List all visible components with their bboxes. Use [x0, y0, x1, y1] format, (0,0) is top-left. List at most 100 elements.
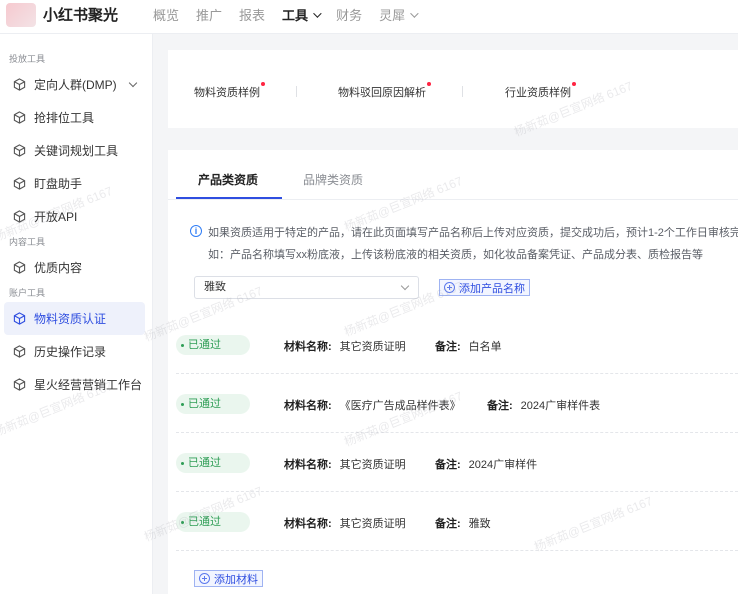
- sample-link-rejection[interactable]: 物料驳回原因解析: [338, 82, 431, 100]
- field-value: 2024广审样件: [468, 459, 538, 471]
- sidebar-item-spark-workbench[interactable]: 星火经营营销工作台: [0, 368, 152, 401]
- field-value: 白名单: [468, 341, 502, 353]
- status-dot: [181, 520, 184, 524]
- tab-divider: [168, 199, 738, 200]
- cube-icon: [13, 312, 26, 325]
- product-select[interactable]: 雅致: [194, 276, 419, 299]
- field-value: 其它资质证明: [339, 341, 406, 353]
- nav-label: 概览: [153, 8, 180, 23]
- field-label: 材料名称:: [284, 341, 332, 353]
- record-row: 已通过 材料名称: 其它资质证明 备注: 雅致: [176, 492, 738, 551]
- sidebar-item-monitor[interactable]: 盯盘助手: [0, 167, 152, 200]
- nav-overview[interactable]: 概览: [153, 5, 179, 24]
- field-label: 材料名称:: [284, 518, 332, 530]
- field-value: 2024广审样件表: [520, 400, 601, 412]
- sidebar-item-history[interactable]: 历史操作记录: [0, 335, 152, 368]
- field-label: 备注:: [435, 459, 461, 471]
- sample-link-industry[interactable]: 行业资质样例: [505, 82, 576, 100]
- nav-reports[interactable]: 报表: [239, 5, 265, 24]
- sidebar-item-material-certification[interactable]: 物料资质认证: [4, 302, 145, 335]
- sidebar-item-label: 定向人群(DMP): [34, 78, 117, 92]
- material-name-field: 材料名称: 其它资质证明: [284, 338, 406, 354]
- tab-product-qualification[interactable]: 产品类资质: [198, 171, 258, 188]
- add-product-label: 添加产品名称: [459, 282, 525, 295]
- red-dot-icon: [261, 82, 265, 86]
- nav-promotion[interactable]: 推广: [196, 5, 222, 24]
- remark-field: 备注: 2024广审样件表: [487, 397, 600, 413]
- divider: [462, 86, 463, 97]
- cube-icon: [13, 210, 26, 223]
- nav-label: 工具: [282, 8, 309, 23]
- status-badge: 已通过: [176, 512, 250, 532]
- nav-label: 灵犀: [379, 8, 406, 23]
- info-icon: i: [190, 225, 202, 237]
- sidebar-item-api[interactable]: 开放API: [0, 200, 152, 233]
- sidebar-item-dmp[interactable]: 定向人群(DMP): [0, 68, 152, 101]
- tab-brand-qualification[interactable]: 品牌类资质: [303, 171, 363, 188]
- field-value: 其它资质证明: [339, 459, 406, 471]
- cube-icon: [13, 78, 26, 91]
- remark-field: 备注: 白名单: [435, 338, 502, 354]
- field-value: 其它资质证明: [339, 518, 406, 530]
- field-value: 雅致: [468, 518, 491, 530]
- hint-example-text: 如：产品名称填写xx粉底液，上传该粉底液的相关资质，如化妆品备案凭证、产品成分表…: [208, 249, 703, 261]
- remark-field: 备注: 2024广审样件: [435, 456, 537, 472]
- field-label: 备注:: [435, 518, 461, 530]
- sidebar-item-label: 抢排位工具: [34, 111, 95, 125]
- red-dot-icon: [427, 82, 431, 86]
- sidebar-section-title: 投放工具: [9, 54, 46, 64]
- row-divider: [176, 550, 738, 551]
- logo-avatar: [6, 3, 36, 27]
- sample-link-material[interactable]: 物料资质样例: [194, 82, 265, 100]
- add-product-button[interactable]: 添加产品名称: [439, 279, 530, 296]
- samples-card: 物料资质样例 物料驳回原因解析 行业资质样例: [168, 50, 738, 128]
- nav-tools[interactable]: 工具: [282, 5, 322, 24]
- record-row: 已通过 材料名称: 其它资质证明 备注: 2024广审样件: [176, 433, 738, 492]
- cube-icon: [13, 111, 26, 124]
- divider: [296, 86, 297, 97]
- cube-icon: [13, 261, 26, 274]
- record-row: 已通过 材料名称: 《医疗广告成品样件表》 备注: 2024广审样件表: [176, 374, 738, 433]
- add-material-button[interactable]: 添加材料: [194, 570, 263, 587]
- sidebar-item-label: 开放API: [34, 210, 78, 224]
- status-badge: 已通过: [176, 394, 250, 414]
- cube-icon: [13, 378, 26, 391]
- field-value: 《医疗广告成品样件表》: [339, 400, 461, 412]
- status-dot: [181, 402, 184, 406]
- status-dot: [181, 343, 184, 347]
- top-bar: 小红书聚光 概览 推广 报表 工具 财务 灵犀: [0, 0, 738, 34]
- top-nav: 概览 推广 报表 工具 财务 灵犀: [153, 5, 433, 24]
- chevron-down-icon: [313, 8, 322, 18]
- status-text: 已通过: [188, 516, 221, 528]
- field-label: 备注:: [435, 341, 461, 353]
- sidebar-item-quality-content[interactable]: 优质内容: [0, 251, 152, 284]
- brand-title: 小红书聚光: [43, 7, 119, 24]
- chevron-down-icon: [400, 281, 410, 291]
- status-text: 已通过: [188, 398, 221, 410]
- sample-label: 物料驳回原因解析: [338, 87, 426, 99]
- nav-lingxi[interactable]: 灵犀: [379, 5, 419, 24]
- cube-icon: [13, 144, 26, 157]
- nav-label: 推广: [196, 8, 223, 23]
- sidebar-item-keyword[interactable]: 关键词规划工具: [0, 134, 152, 167]
- status-badge: 已通过: [176, 453, 250, 473]
- material-name-field: 材料名称: 《医疗广告成品样件表》: [284, 397, 461, 413]
- hint-text: 如果资质适用于特定的产品，请在此页面填写产品名称后上传对应资质，提交成功后，预计…: [208, 227, 738, 239]
- material-name-field: 材料名称: 其它资质证明: [284, 456, 406, 472]
- plus-circle-icon: [199, 573, 210, 584]
- record-row: 已通过 材料名称: 其它资质证明 备注: 白名单: [176, 315, 738, 374]
- sidebar-item-label: 星火经营营销工作台: [34, 378, 143, 392]
- sidebar-item-label: 历史操作记录: [34, 345, 107, 359]
- chevron-down-icon: [410, 8, 419, 18]
- status-badge: 已通过: [176, 335, 250, 355]
- red-dot-icon: [572, 82, 576, 86]
- field-label: 材料名称:: [284, 459, 332, 471]
- chevron-down-icon: [128, 78, 138, 88]
- sidebar-item-label: 盯盘助手: [34, 177, 83, 191]
- sidebar-item-ranking[interactable]: 抢排位工具: [0, 101, 152, 134]
- nav-finance[interactable]: 财务: [336, 5, 362, 24]
- remark-field: 备注: 雅致: [435, 515, 491, 531]
- field-label: 材料名称:: [284, 400, 332, 412]
- cube-icon: [13, 345, 26, 358]
- sample-label: 物料资质样例: [194, 87, 260, 99]
